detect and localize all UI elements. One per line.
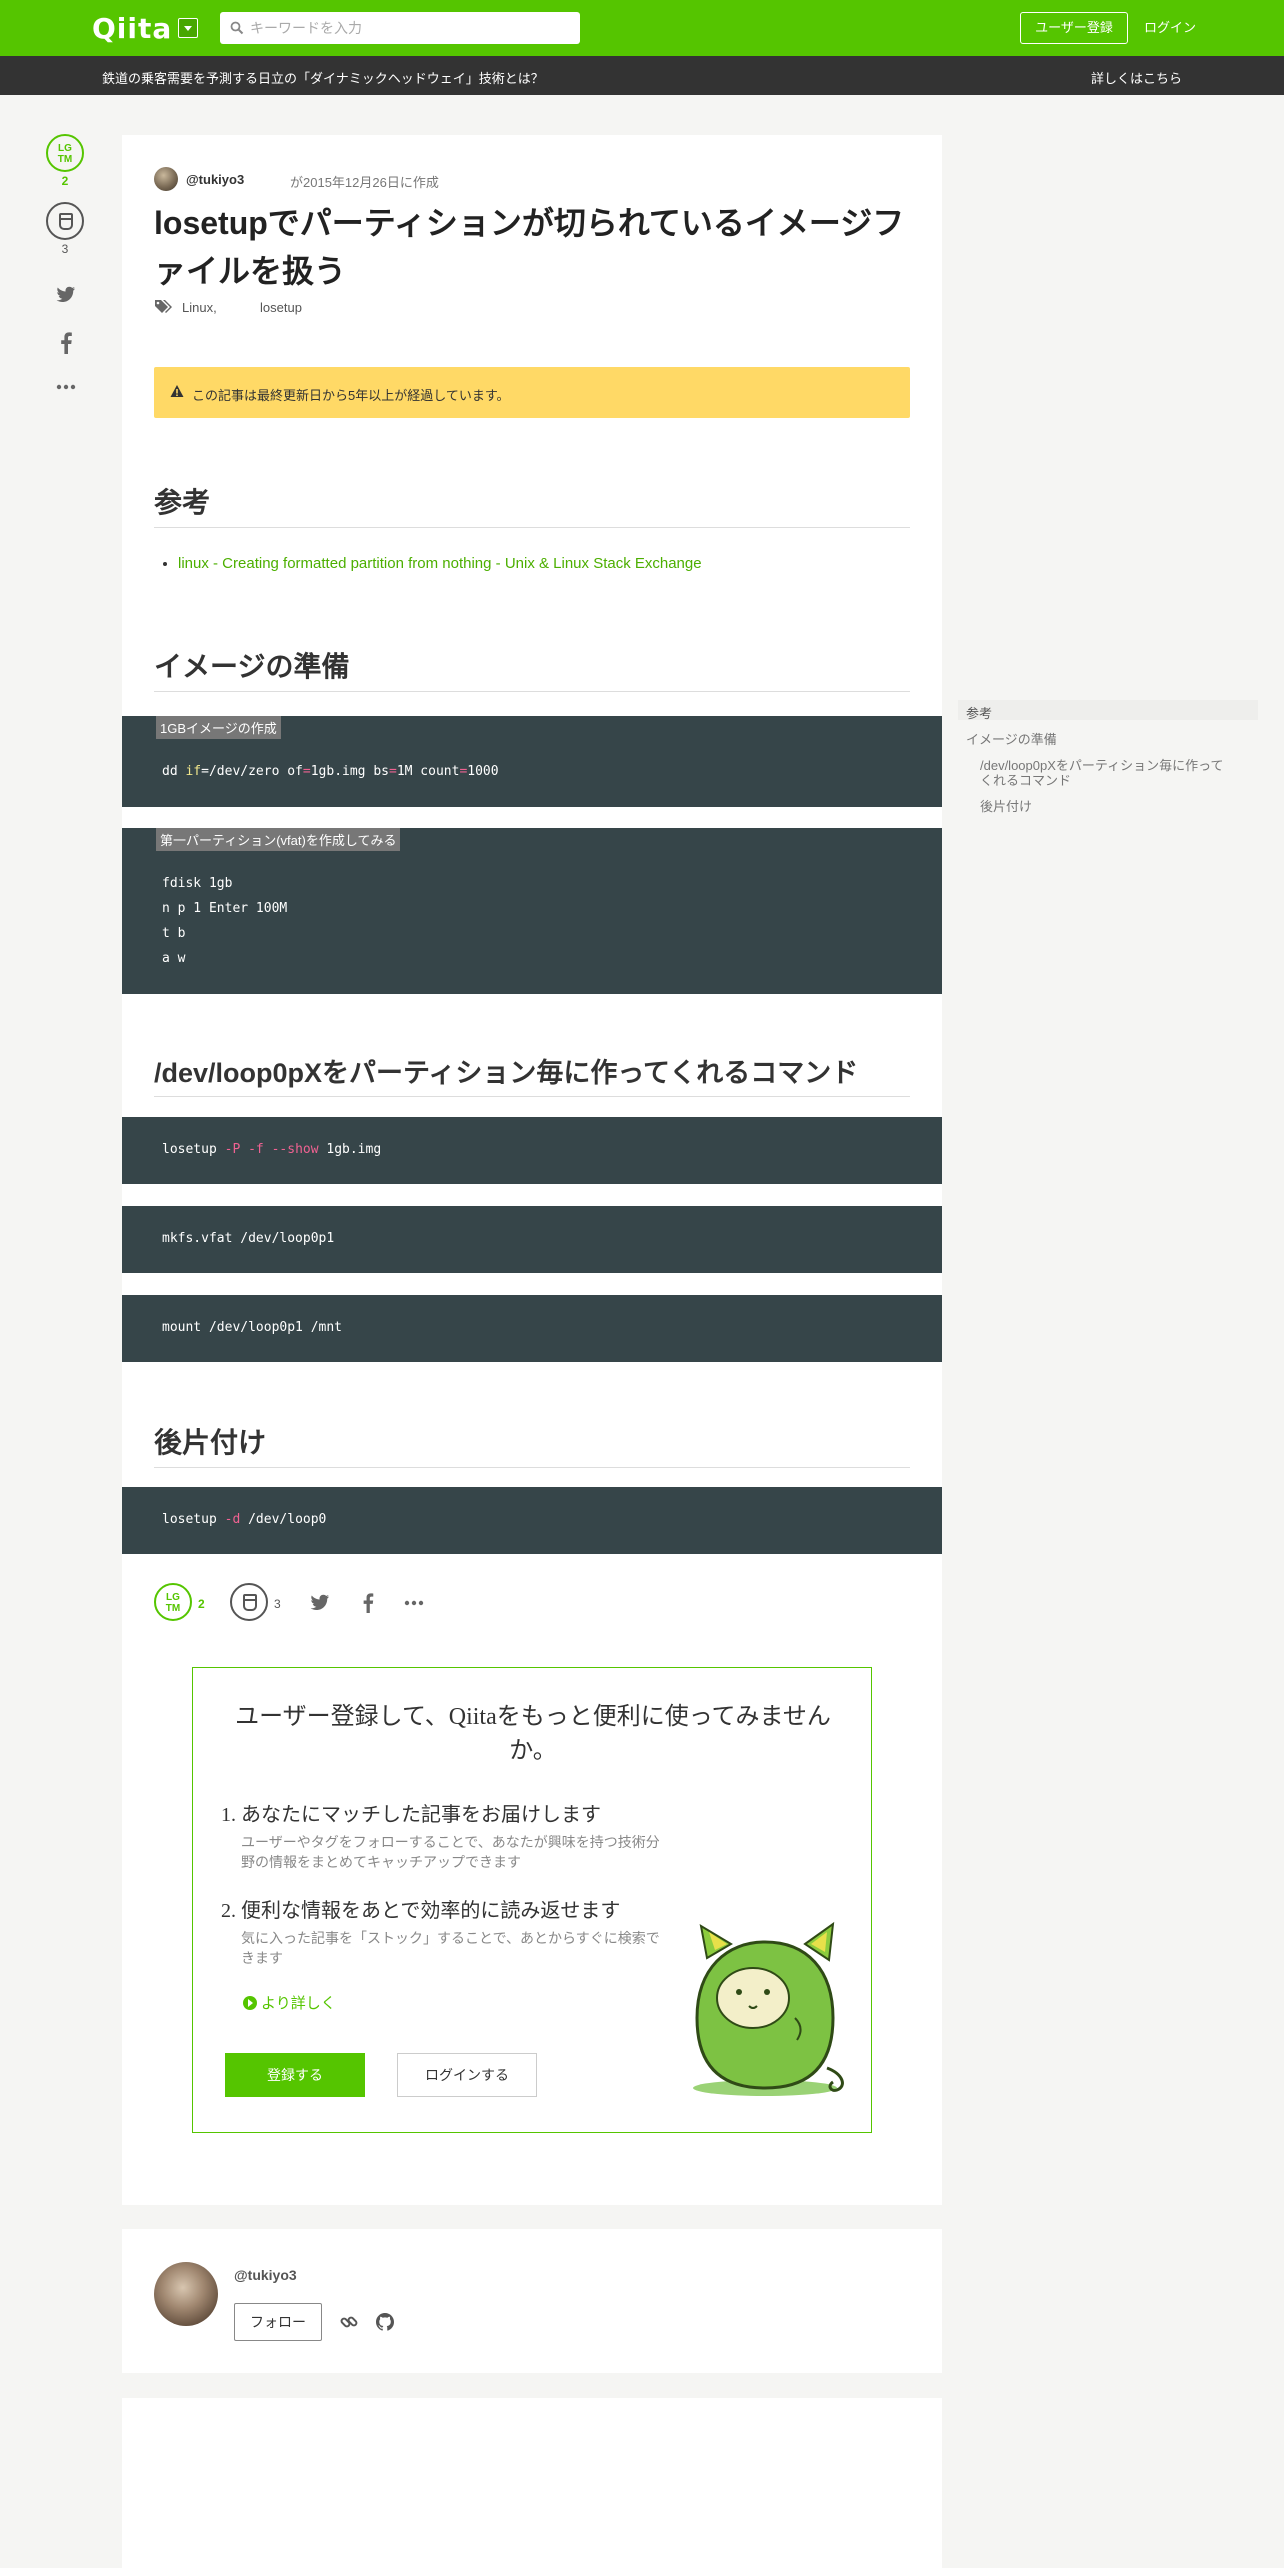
banner-text[interactable]: 鉄道の乗客需要を予測する日立の「ダイナミックヘッドウェイ」技術とは？ [102,68,544,87]
facebook-icon[interactable] [358,1593,378,1613]
next-section-card [122,2398,942,2568]
signup-prompt-title: ユーザー登録して、Qiitaをもっと便利に使ってみませんか。 [235,1704,831,1764]
tag-linux[interactable]: Linux, [182,300,217,315]
stock-icon [59,213,73,230]
avatar[interactable] [154,2262,218,2326]
login-link[interactable]: ログイン [1144,12,1196,44]
code-block-losetup: losetup -P -f --show 1gb.img [122,1117,942,1184]
stock-icon [243,1594,257,1611]
global-header: Qiita ユーザー登録 ログイン [0,0,1284,56]
toc-active-highlight [958,700,1258,720]
benefit-title: 2. 便利な情報をあとで効率的に読み返せます [221,1900,621,1922]
mascot-illustration [693,1921,844,2096]
search-icon [230,21,244,35]
code-block-fdisk: 第一パーティション(vfat)を作成してみる fdisk 1gb n p 1 E… [122,828,942,994]
avatar[interactable] [154,167,178,191]
code-line: mkfs.vfat /dev/loop0p1 [162,1231,335,1246]
lgtm-button[interactable]: LG TM [154,1583,192,1621]
reference-list: linux - Creating formatted partition fro… [164,555,702,572]
lgtm-count: 2 [198,1597,205,1611]
twitter-icon[interactable] [56,286,76,304]
code-line: losetup -P -f --show 1gb.img [162,1142,382,1157]
lgtm-button[interactable]: LG TM [46,134,84,172]
code-filename: 第一パーティション(vfat)を作成してみる [156,828,401,851]
toc-item[interactable]: イメージの準備 [966,729,1057,748]
outdated-alert: この記事は最終更新日から5年以上が経過しています。 [154,367,910,418]
code-line: t b [162,926,186,941]
lgtm-icon-text: LG [166,1592,180,1603]
toc-item[interactable]: くれるコマンド [980,770,1071,789]
tag-losetup[interactable]: losetup [260,300,302,315]
qiita-logo[interactable]: Qiita [92,12,172,45]
search-input[interactable] [250,12,570,44]
code-block-mount: mount /dev/loop0p1 /mnt [122,1295,942,1362]
author-name[interactable]: @tukiyo3 [234,2267,297,2283]
stock-count: 3 [61,242,69,256]
toc-item[interactable]: 参考 [966,703,992,722]
github-icon[interactable] [376,2313,394,2331]
twitter-icon[interactable] [310,1593,330,1613]
code-filename: 1GBイメージの作成 [156,716,281,739]
created-date: が2015年12月26日に作成 [290,175,439,190]
alert-text: この記事は最終更新日から5年以上が経過しています。 [192,388,510,403]
register-button[interactable]: 登録する [225,2053,365,2097]
reference-link[interactable]: linux - Creating formatted partition fro… [178,555,702,572]
link-icon[interactable] [340,2313,358,2331]
promo-banner: 鉄道の乗客需要を予測する日立の「ダイナミックヘッドウェイ」技術とは？ 詳しくはこ… [0,56,1284,95]
section-heading-reference: 参考 [154,481,910,528]
chevron-down-icon[interactable] [178,18,198,38]
signup-prompt: ユーザー登録して、Qiitaをもっと便利に使ってみませんか。 1. あなたにマッ… [192,1667,872,2133]
learn-more-link[interactable]: より詳しく [243,1992,336,2013]
banner-link[interactable]: 詳しくはこちら [1091,68,1182,87]
code-block-dd: 1GBイメージの作成 dd if=/dev/zero of=1gb.img bs… [122,716,942,807]
code-line: fdisk 1gb [162,876,233,891]
login-button[interactable]: ログインする [397,2053,537,2097]
author-name[interactable]: @tukiyo3 [186,172,244,187]
stock-button[interactable] [230,1583,268,1621]
section-heading-loop: /dev/loop0pXをパーティション毎に作ってくれるコマンド [154,1051,910,1097]
signup-button[interactable]: ユーザー登録 [1020,12,1128,44]
code-line: n p 1 Enter 100M [162,901,288,916]
author-card: @tukiyo3 フォロー [122,2229,942,2373]
benefit-description: ユーザーやタグをフォローすることで、あなたが興味を持つ技術分野の情報をまとめてキ… [241,1834,660,1870]
benefit-description: 気に入った記事を「ストック」することで、あとからすぐに検索できます [241,1930,660,1966]
search-box[interactable] [220,12,580,44]
code-line: mount /dev/loop0p1 /mnt [162,1320,343,1335]
section-heading-cleanup: 後片付け [154,1421,910,1468]
stock-count: 3 [274,1597,281,1611]
section-heading-prep: イメージの準備 [154,645,910,692]
warning-icon [170,385,184,397]
code-line: a w [162,951,186,966]
tags-icon [155,300,172,313]
toc-item[interactable]: 後片付け [980,796,1032,815]
code-block-detach: losetup -d /dev/loop0 [122,1487,942,1554]
code-line: dd if=/dev/zero of=1gb.img bs=1M count=1… [162,764,499,779]
follow-button[interactable]: フォロー [234,2303,322,2341]
code-line: losetup -d /dev/loop0 [162,1512,327,1527]
bottom-actions: LG TM 2 3 [154,1583,654,1625]
more-icon[interactable] [404,1593,424,1613]
stock-button[interactable] [46,202,84,240]
facebook-icon[interactable] [59,332,73,354]
list-item: linux - Creating formatted partition fro… [178,555,702,572]
lgtm-icon-text: TM [57,154,73,165]
article: @tukiyo3 が2015年12月26日に作成 losetupでパーティション… [122,135,942,2205]
code-block-mkfs: mkfs.vfat /dev/loop0p1 [122,1206,942,1273]
article-title: losetupでパーティションが切られているイメージファイルを扱う [154,205,905,289]
arrow-circle-icon [243,1996,257,2010]
lgtm-count: 2 [61,174,69,188]
lgtm-icon-text: LG [58,143,72,154]
more-icon[interactable] [56,384,76,390]
lgtm-icon-text: TM [165,1603,181,1614]
side-actions: LG TM 2 3 [46,134,86,390]
benefit-title: 1. あなたにマッチした記事をお届けします [221,1804,601,1826]
